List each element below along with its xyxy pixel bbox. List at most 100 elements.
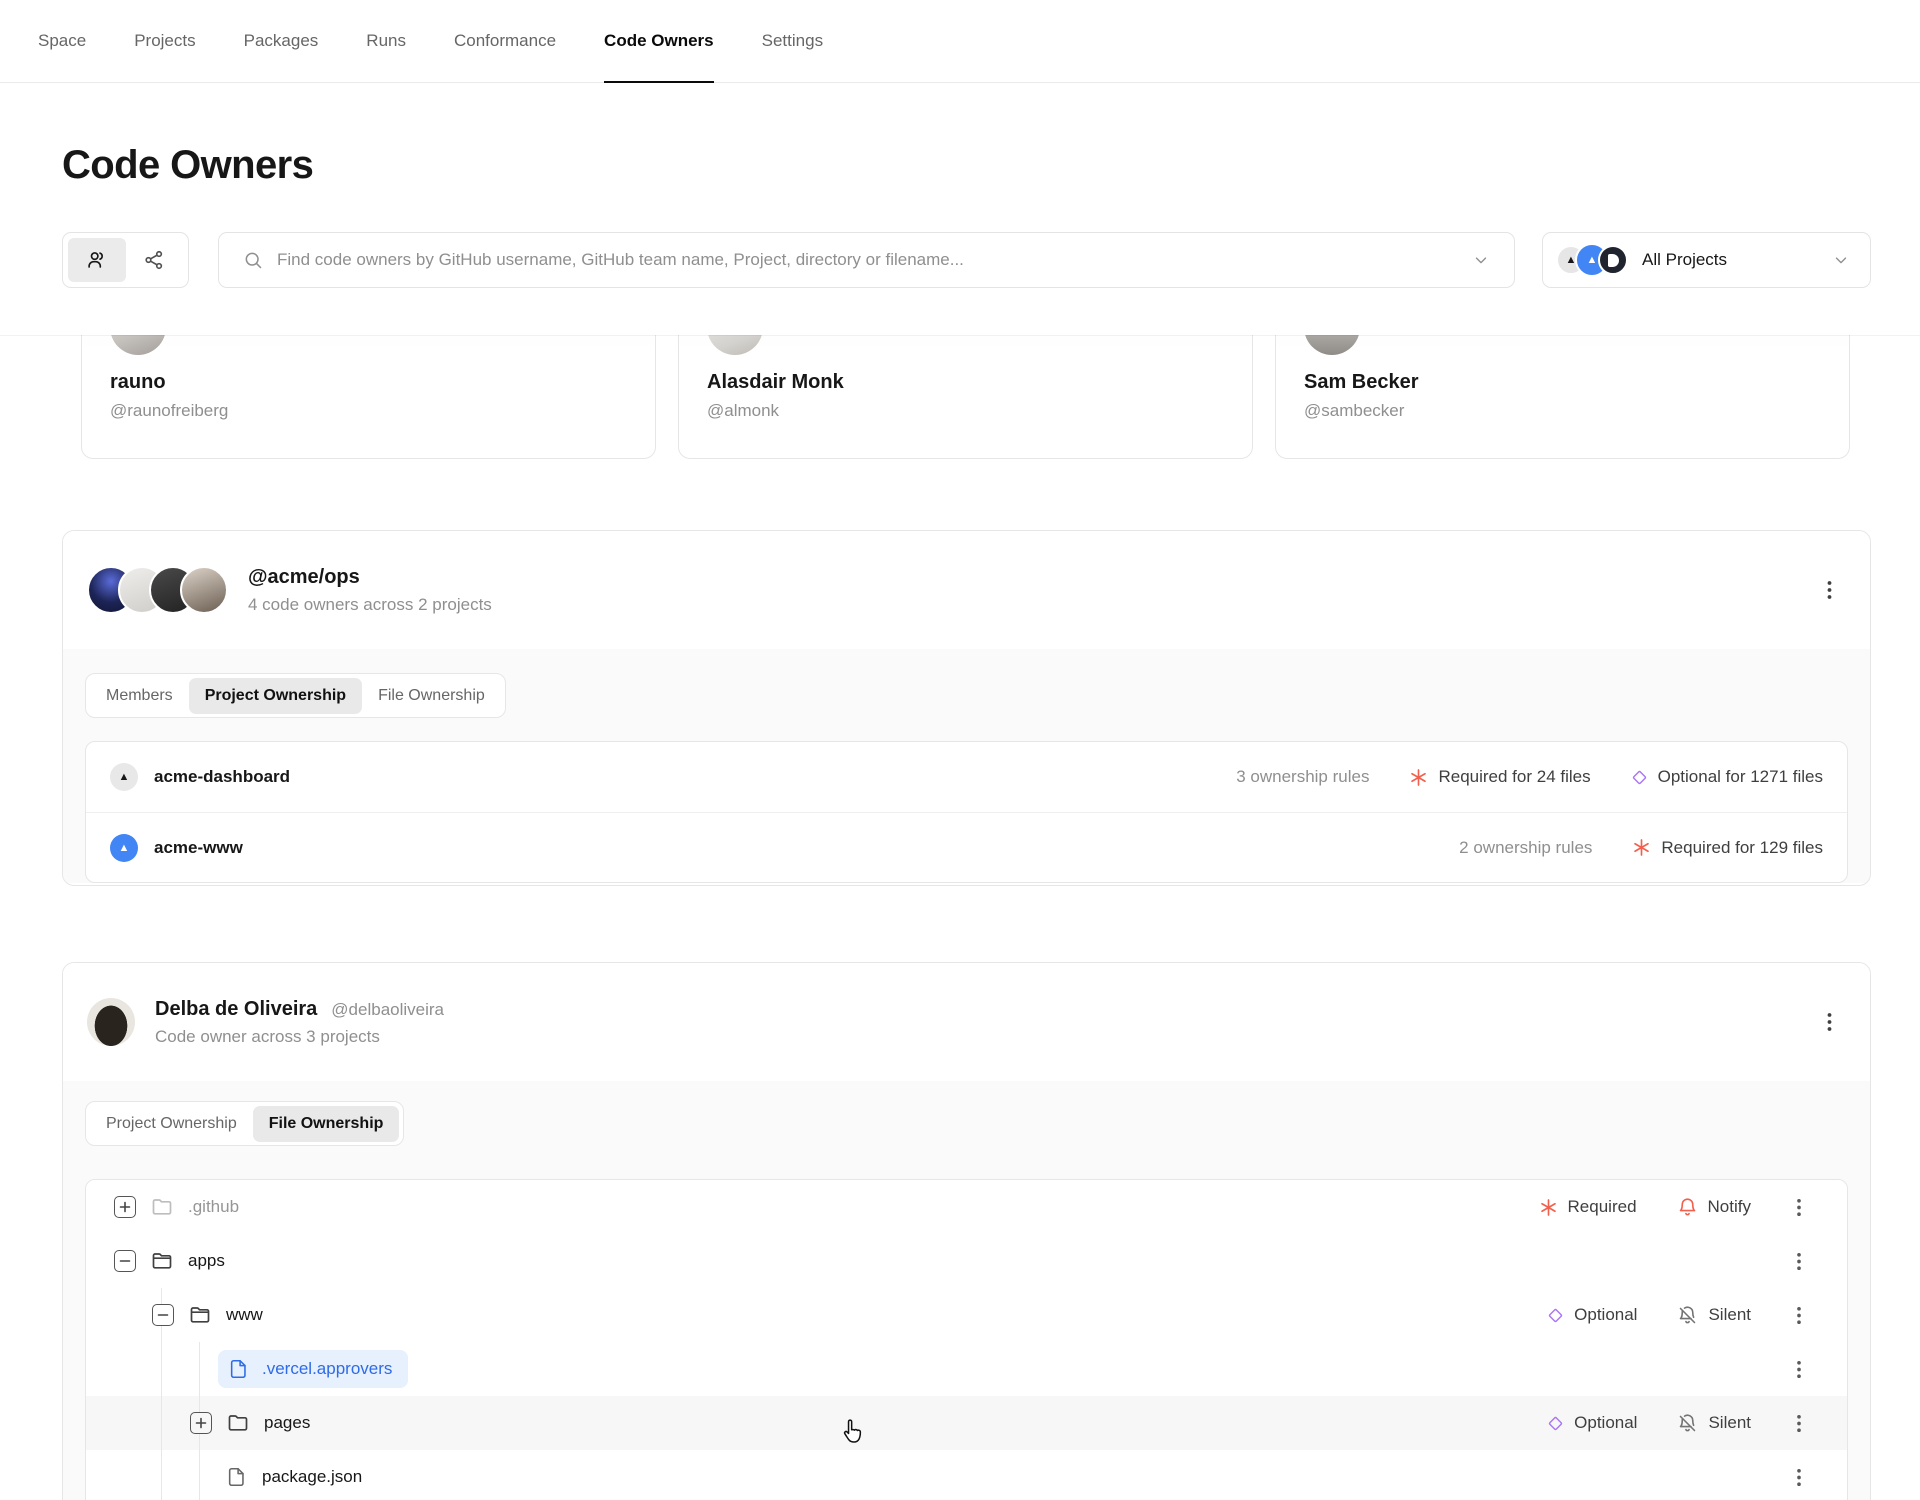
person-menu-button[interactable] — [1821, 1010, 1838, 1034]
row-menu-button[interactable] — [1791, 1304, 1807, 1327]
row-menu-button[interactable] — [1791, 1250, 1807, 1273]
view-toggle-group — [62, 232, 189, 288]
code-owners-page: rauno @raunofreiberg Alasdair Monk @almo… — [0, 0, 1920, 1500]
tree-row-package-json[interactable]: package.json — [86, 1450, 1847, 1500]
team-card-header: @acme/ops 4 code owners across 2 project… — [63, 531, 1870, 649]
projects-filter-dropdown[interactable]: ▲ ▲ All Projects — [1542, 232, 1871, 288]
file-ownership-tree: .github Required Notify apps www Optiona… — [85, 1179, 1848, 1500]
person-handle: @delbaoliveira — [331, 999, 445, 1019]
team-name: @acme/ops — [248, 565, 360, 588]
page-title: Code Owners — [62, 143, 314, 187]
diamond-icon — [1549, 1416, 1563, 1430]
row-menu-button[interactable] — [1791, 1466, 1807, 1489]
table-row[interactable]: ▲ acme-www 2 ownership rules Required fo… — [86, 812, 1847, 882]
silent-badge: Silent — [1677, 1305, 1751, 1326]
chevron-down-icon[interactable] — [1472, 251, 1490, 269]
file-icon — [228, 1358, 250, 1380]
asterisk-icon — [1634, 839, 1650, 856]
asterisk-icon — [1540, 1198, 1556, 1216]
tree-item-label: www — [226, 1305, 263, 1324]
optional-badge: Optional for 1271 files — [1631, 767, 1823, 787]
tree-item-label: .github — [188, 1197, 240, 1216]
graph-view-button[interactable] — [126, 238, 184, 282]
search-input[interactable] — [277, 250, 1458, 270]
folder-icon — [226, 1411, 250, 1435]
project-logo-acme-www: ▲ — [110, 833, 138, 862]
row-menu-button[interactable] — [1791, 1412, 1807, 1435]
tab-project-ownership[interactable]: Project Ownership — [90, 1106, 253, 1142]
table-row[interactable]: ▲ acme-dashboard 3 ownership rules Requi… — [86, 742, 1847, 812]
owner-handle: @raunofreiberg — [110, 401, 229, 420]
tree-item-label: apps — [188, 1251, 225, 1270]
row-menu-button[interactable] — [1791, 1196, 1807, 1219]
nav-item-packages[interactable]: Packages — [244, 0, 319, 82]
expand-plus-icon[interactable] — [190, 1412, 212, 1434]
project-ownership-table: ▲ acme-dashboard 3 ownership rules Requi… — [85, 741, 1848, 883]
tree-item-label: package.json — [262, 1467, 363, 1486]
project-logo-icon — [1598, 245, 1628, 275]
nav-item-runs[interactable]: Runs — [366, 0, 406, 82]
kebab-icon — [1797, 1414, 1801, 1432]
projects-filter-label: All Projects — [1642, 250, 1728, 269]
row-menu-button[interactable] — [1791, 1358, 1807, 1381]
tab-members[interactable]: Members — [90, 678, 189, 714]
kebab-icon — [1797, 1306, 1801, 1324]
kebab-icon — [1797, 1468, 1801, 1486]
team-avatar-stack — [87, 566, 228, 614]
mouse-cursor — [838, 1418, 866, 1453]
tree-item-label: pages — [264, 1413, 311, 1432]
nav-item-code-owners[interactable]: Code Owners — [604, 0, 714, 83]
required-badge: Required for 24 files — [1409, 767, 1591, 787]
people-view-button[interactable] — [68, 238, 126, 282]
person-subtitle: Code owner across 3 projects — [155, 1026, 380, 1046]
share-graph-icon — [145, 250, 163, 270]
selected-file-pill[interactable]: .vercel.approvers — [218, 1350, 409, 1388]
kebab-icon — [1797, 1360, 1801, 1378]
tree-row-pages[interactable]: pages Optional Silent — [86, 1396, 1847, 1450]
collapse-minus-icon[interactable] — [152, 1304, 174, 1326]
bell-off-icon — [1680, 1413, 1696, 1431]
nav-item-conformance[interactable]: Conformance — [454, 0, 556, 82]
project-name: acme-dashboard — [154, 767, 291, 786]
project-logo-stack: ▲ ▲ — [1556, 243, 1628, 277]
owner-name: Sam Becker — [1304, 371, 1419, 393]
bell-off-icon — [1680, 1305, 1696, 1323]
required-badge: Required — [1539, 1197, 1637, 1217]
sticky-header: Space Projects Packages Runs Conformance… — [0, 0, 1920, 335]
expand-plus-icon[interactable] — [114, 1196, 136, 1218]
project-logo-acme-dashboard: ▲ — [110, 763, 138, 791]
nav-item-settings[interactable]: Settings — [762, 0, 823, 82]
tree-row-github[interactable]: .github Required Notify — [86, 1180, 1847, 1234]
person-name: Delba de Oliveira — [155, 997, 318, 1020]
tree-row-vercel-approvers[interactable]: .vercel.approvers — [86, 1342, 1847, 1396]
tab-project-ownership[interactable]: Project Ownership — [188, 677, 363, 714]
chevron-down-icon — [1835, 257, 1847, 264]
tab-file-ownership[interactable]: File Ownership — [362, 678, 501, 714]
folder-icon — [150, 1249, 174, 1273]
notify-badge: Notify — [1677, 1197, 1751, 1218]
required-badge: Required for 129 files — [1632, 838, 1823, 858]
kebab-icon — [1797, 1198, 1801, 1216]
nav-item-space[interactable]: Space — [38, 0, 86, 82]
team-tabs: Members Project Ownership File Ownership — [85, 673, 506, 718]
file-icon — [226, 1466, 248, 1488]
project-name: acme-www — [154, 837, 243, 857]
top-navigation: Space Projects Packages Runs Conformance… — [0, 0, 1920, 83]
ownership-rules-count: 3 ownership rules — [1236, 767, 1370, 786]
person-card-header: Delba de Oliveira @delbaoliveira Code ow… — [63, 963, 1870, 1081]
nav-item-projects[interactable]: Projects — [134, 0, 195, 82]
ownership-rules-count: 2 ownership rules — [1459, 837, 1593, 857]
tree-row-www[interactable]: www Optional Silent — [86, 1288, 1847, 1342]
owner-name: Alasdair Monk — [707, 371, 844, 393]
avatar — [87, 998, 135, 1046]
tree-row-apps[interactable]: apps — [86, 1234, 1847, 1288]
search-box[interactable] — [218, 232, 1515, 288]
optional-badge: Optional — [1547, 1413, 1637, 1433]
folder-icon — [188, 1303, 212, 1327]
folder-icon — [150, 1195, 174, 1219]
tab-file-ownership[interactable]: File Ownership — [252, 1105, 400, 1142]
team-menu-button[interactable] — [1821, 578, 1838, 602]
users-icon — [88, 252, 103, 268]
owner-name: rauno — [110, 371, 166, 393]
collapse-minus-icon[interactable] — [114, 1250, 136, 1272]
